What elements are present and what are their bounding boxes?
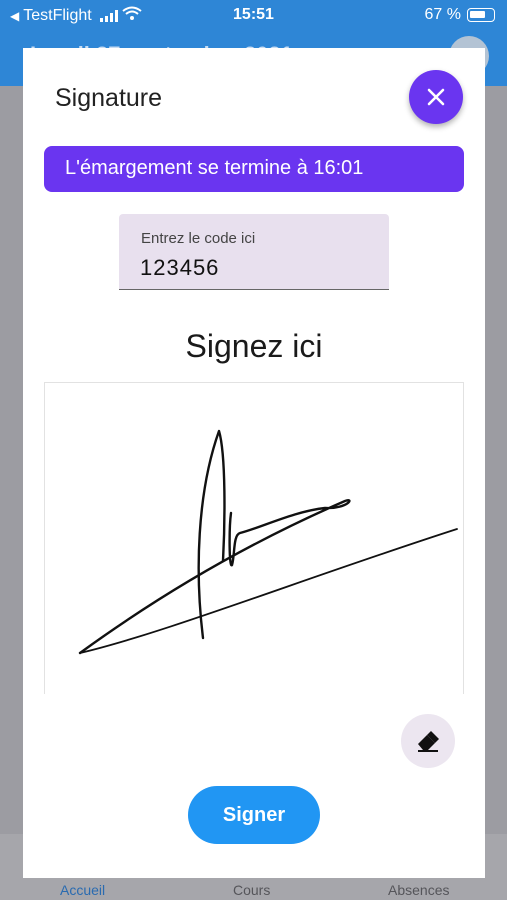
code-field[interactable]: Entrez le code ici: [119, 214, 389, 290]
clear-signature-button[interactable]: [401, 714, 455, 768]
close-icon: [427, 88, 445, 106]
modal-title: Signature: [55, 84, 163, 112]
code-input[interactable]: [140, 255, 370, 281]
close-button[interactable]: [409, 70, 463, 124]
signature-pad[interactable]: [44, 382, 464, 694]
battery-percent: 67 %: [424, 6, 461, 23]
signature-modal: Signature L'émargement se termine à 16:0…: [23, 48, 485, 878]
eraser-icon: [418, 731, 439, 752]
battery-icon: [467, 8, 495, 22]
nav-item-absences[interactable]: Absences: [388, 882, 449, 898]
status-bar: ◀ TestFlight 15:51 67 %: [0, 0, 507, 30]
sign-button[interactable]: Signer: [188, 786, 320, 844]
nav-item-accueil[interactable]: Accueil: [60, 882, 105, 898]
sign-heading: Signez ici: [185, 328, 323, 364]
deadline-banner: L'émargement se termine à 16:01: [44, 146, 464, 192]
signature-stroke: [78, 429, 458, 655]
code-field-label: Entrez le code ici: [141, 230, 256, 247]
battery-status: 67 %: [425, 6, 495, 24]
nav-item-cours[interactable]: Cours: [233, 882, 270, 898]
